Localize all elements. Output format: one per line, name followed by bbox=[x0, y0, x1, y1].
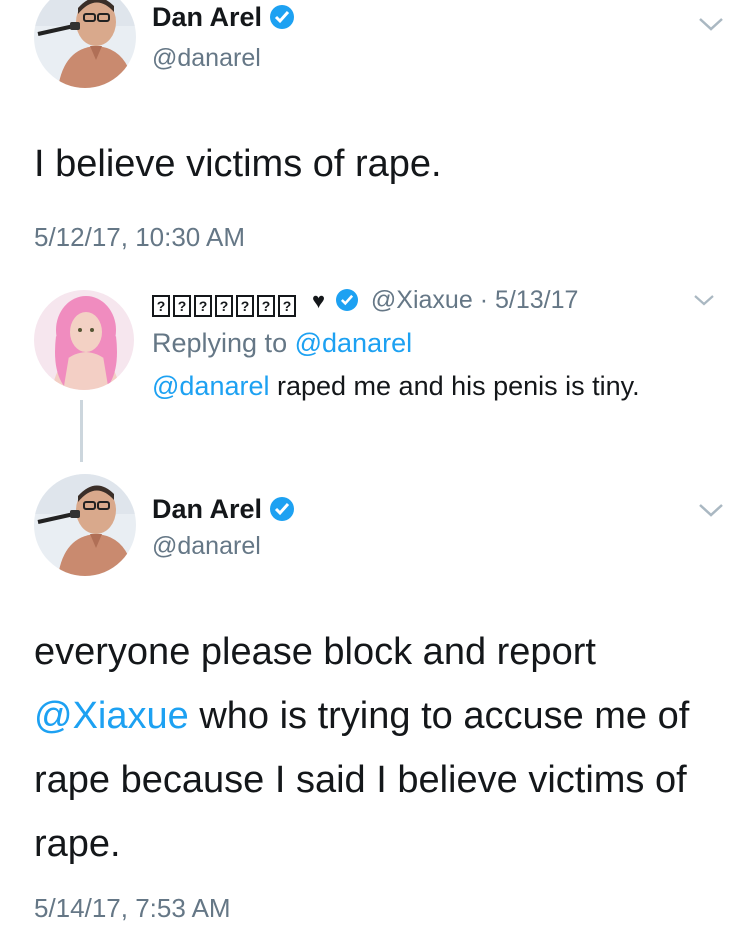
reply-text: @danarel raped me and his penis is tiny. bbox=[152, 366, 672, 406]
tweet1-name-label[interactable]: Dan Arel bbox=[152, 2, 262, 32]
verified-badge-icon bbox=[270, 5, 295, 29]
reply-header: ??????? ♥ @Xiaxue · 5/13/17 bbox=[152, 286, 578, 317]
reply-date[interactable]: 5/13/17 bbox=[495, 286, 578, 314]
tweet1-author-name[interactable]: Dan Arel bbox=[152, 2, 295, 33]
missing-glyph-box: ? bbox=[152, 295, 170, 317]
chevron-down-icon[interactable] bbox=[692, 292, 716, 313]
verified-badge-icon bbox=[335, 289, 358, 311]
replying-to-label: Replying to bbox=[152, 328, 288, 358]
tweet2-text-before: everyone please block and report bbox=[34, 631, 596, 673]
tweet1-handle[interactable]: @danarel bbox=[152, 44, 261, 73]
chevron-down-icon[interactable] bbox=[696, 500, 726, 525]
reply-body: raped me and his penis is tiny. bbox=[269, 371, 640, 401]
missing-glyph-box: ? bbox=[257, 295, 275, 317]
replying-to-line: Replying to @danarel bbox=[152, 328, 412, 359]
avatar-xiaxue[interactable] bbox=[34, 290, 134, 390]
avatar-dan-arel[interactable] bbox=[34, 0, 136, 88]
tweet2-name-label[interactable]: Dan Arel bbox=[152, 494, 262, 524]
tweet2-mention-link[interactable]: @Xiaxue bbox=[34, 695, 189, 737]
tweet1-text: I believe victims of rape. bbox=[34, 143, 442, 185]
verified-badge-icon bbox=[270, 497, 295, 521]
separator-dot: · bbox=[479, 286, 489, 314]
missing-glyph-box: ? bbox=[215, 295, 233, 317]
tweet2-timestamp[interactable]: 5/14/17, 7:53 AM bbox=[34, 893, 231, 924]
avatar-dan-arel[interactable] bbox=[34, 474, 136, 576]
reply-mention-link[interactable]: @danarel bbox=[152, 371, 269, 401]
heart-icon: ♥ bbox=[311, 288, 326, 313]
replying-to-link[interactable]: @danarel bbox=[295, 328, 412, 358]
reply-handle[interactable]: @Xiaxue bbox=[371, 286, 473, 314]
reply-author-name[interactable]: ??????? ♥ bbox=[152, 286, 365, 317]
thread-connector-line bbox=[80, 400, 83, 462]
chevron-down-icon[interactable] bbox=[696, 14, 726, 39]
tweet1-timestamp[interactable]: 5/12/17, 10:30 AM bbox=[34, 222, 245, 253]
tweet2-text: everyone please block and report @Xiaxue… bbox=[34, 620, 714, 876]
missing-glyph-box: ? bbox=[236, 295, 254, 317]
missing-glyph-box: ? bbox=[194, 295, 212, 317]
missing-glyph-box: ? bbox=[173, 295, 191, 317]
missing-glyph-box: ? bbox=[278, 295, 296, 317]
tweet2-author-name[interactable]: Dan Arel bbox=[152, 494, 295, 525]
tweet2-handle[interactable]: @danarel bbox=[152, 532, 261, 561]
